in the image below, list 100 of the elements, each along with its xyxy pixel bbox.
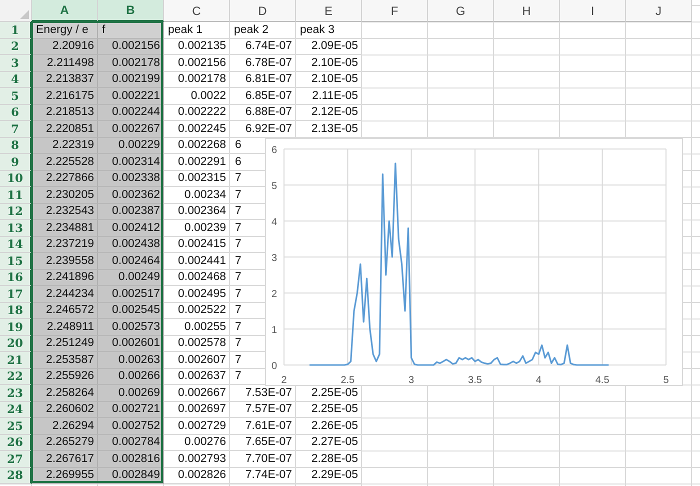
table-cell: 2.10E-05: [296, 72, 362, 88]
table-cell: 2.232543: [32, 204, 98, 220]
row-header[interactable]: 25: [0, 418, 32, 434]
table-cell: 0.002784: [98, 434, 164, 451]
table-cell: 2.255926: [32, 368, 98, 385]
table-cell: 2.213837: [32, 72, 98, 88]
column-header[interactable]: B: [98, 0, 164, 22]
table-cell: peak 1: [164, 22, 230, 38]
table-cell: 2.216175: [32, 88, 98, 104]
table-cell: 6.81E-07: [230, 72, 296, 88]
axis-tick-label: 5: [663, 375, 669, 386]
table-cell: 2.211498: [32, 55, 98, 72]
column-header[interactable]: H: [494, 0, 560, 22]
row-header[interactable]: 17: [0, 286, 32, 302]
table-cell: 0.002364: [164, 204, 230, 220]
axis-tick-label: 3: [271, 253, 277, 264]
table-cell: 2.246572: [32, 302, 98, 319]
row-header[interactable]: 1: [0, 22, 32, 38]
table-cell: 0.002517: [98, 286, 164, 302]
table-cell: peak 3: [296, 22, 362, 38]
axis-tick-label: 6: [271, 145, 277, 156]
table-cell: 0.002178: [164, 72, 230, 88]
table-cell: 0.002752: [98, 418, 164, 434]
axis-tick-label: 4: [271, 217, 277, 228]
table-cell: 0.002816: [98, 451, 164, 468]
table-cell: 2.27E-05: [296, 434, 362, 451]
row-header[interactable]: 16: [0, 270, 32, 286]
row-header[interactable]: 20: [0, 336, 32, 352]
row-header[interactable]: 19: [0, 319, 32, 336]
axis-tick-label: 3.5: [468, 375, 482, 386]
row-header[interactable]: 6: [0, 104, 32, 121]
table-cell: 0.002135: [164, 38, 230, 55]
column-header[interactable]: A: [32, 0, 98, 22]
row-header[interactable]: 5: [0, 88, 32, 104]
row-header[interactable]: 3: [0, 55, 32, 72]
table-cell: 0.00263: [98, 352, 164, 368]
table-cell: 2.26294: [32, 418, 98, 434]
table-cell: 0.002244: [98, 104, 164, 121]
table-cell: 2.251249: [32, 336, 98, 352]
row-header[interactable]: 24: [0, 402, 32, 418]
table-cell: 0.002178: [98, 55, 164, 72]
column-header[interactable]: F: [362, 0, 428, 22]
table-cell: 0.002826: [164, 468, 230, 484]
table-cell: 0.00276: [164, 434, 230, 451]
row-header[interactable]: 23: [0, 385, 32, 402]
table-cell: 6.88E-07: [230, 104, 296, 121]
row-header[interactable]: 13: [0, 220, 32, 236]
table-cell: 0.002464: [98, 253, 164, 270]
table-cell: 0.002415: [164, 236, 230, 253]
axis-tick-label: 2.5: [340, 375, 355, 386]
table-cell: 2.239558: [32, 253, 98, 270]
table-cell: 0.002222: [164, 104, 230, 121]
table-cell: 0.002199: [98, 72, 164, 88]
axis-tick-label: 2: [281, 375, 287, 386]
column-header[interactable]: G: [428, 0, 494, 22]
table-cell: 2.265279: [32, 434, 98, 451]
table-cell: 2.29E-05: [296, 468, 362, 484]
row-header[interactable]: 10: [0, 170, 32, 187]
table-cell: 0.002387: [98, 204, 164, 220]
column-header[interactable]: C: [164, 0, 230, 22]
row-header[interactable]: 9: [0, 154, 32, 170]
table-cell: 2.234881: [32, 220, 98, 236]
row-header[interactable]: 14: [0, 236, 32, 253]
row-header[interactable]: 26: [0, 434, 32, 451]
table-cell: 0.00249: [98, 270, 164, 286]
column-header[interactable]: I: [560, 0, 626, 22]
table-cell: 2.253587: [32, 352, 98, 368]
table-cell: 2.225528: [32, 154, 98, 170]
row-header[interactable]: 4: [0, 72, 32, 88]
axis-tick-label: 4: [536, 375, 542, 386]
table-cell: 0.002221: [98, 88, 164, 104]
row-header[interactable]: 11: [0, 187, 32, 204]
row-header[interactable]: 27: [0, 451, 32, 468]
row-header[interactable]: 2: [0, 38, 32, 55]
row-header[interactable]: 18: [0, 302, 32, 319]
table-cell: 2.227866: [32, 170, 98, 187]
table-cell: 2.220851: [32, 121, 98, 138]
table-cell: 2.12E-05: [296, 104, 362, 121]
row-header[interactable]: 21: [0, 352, 32, 368]
row-header[interactable]: 15: [0, 253, 32, 270]
column-header[interactable]: D: [230, 0, 296, 22]
row-header[interactable]: 28: [0, 468, 32, 484]
table-cell: 2.218513: [32, 104, 98, 121]
table-cell: 0.002362: [98, 187, 164, 204]
chart-panel[interactable]: 0 1 2 3 4 5 6 2 2.5 3 3.5 4 4.5 5: [265, 138, 683, 386]
table-cell: 0.002522: [164, 302, 230, 319]
table-cell: 0.002268: [164, 138, 230, 154]
table-cell: 7.74E-07: [230, 468, 296, 484]
row-header[interactable]: 7: [0, 121, 32, 138]
row-header[interactable]: 8: [0, 138, 32, 154]
row-header[interactable]: 12: [0, 204, 32, 220]
column-header[interactable]: E: [296, 0, 362, 22]
select-all-icon[interactable]: [20, 10, 29, 19]
table-cell: 2.244234: [32, 286, 98, 302]
table-cell: f: [98, 22, 164, 38]
column-header[interactable]: J: [626, 0, 692, 22]
table-cell: 0.00266: [98, 368, 164, 385]
table-cell: 0.002697: [164, 402, 230, 418]
table-cell: 0.00269: [98, 385, 164, 402]
row-header[interactable]: 22: [0, 368, 32, 385]
